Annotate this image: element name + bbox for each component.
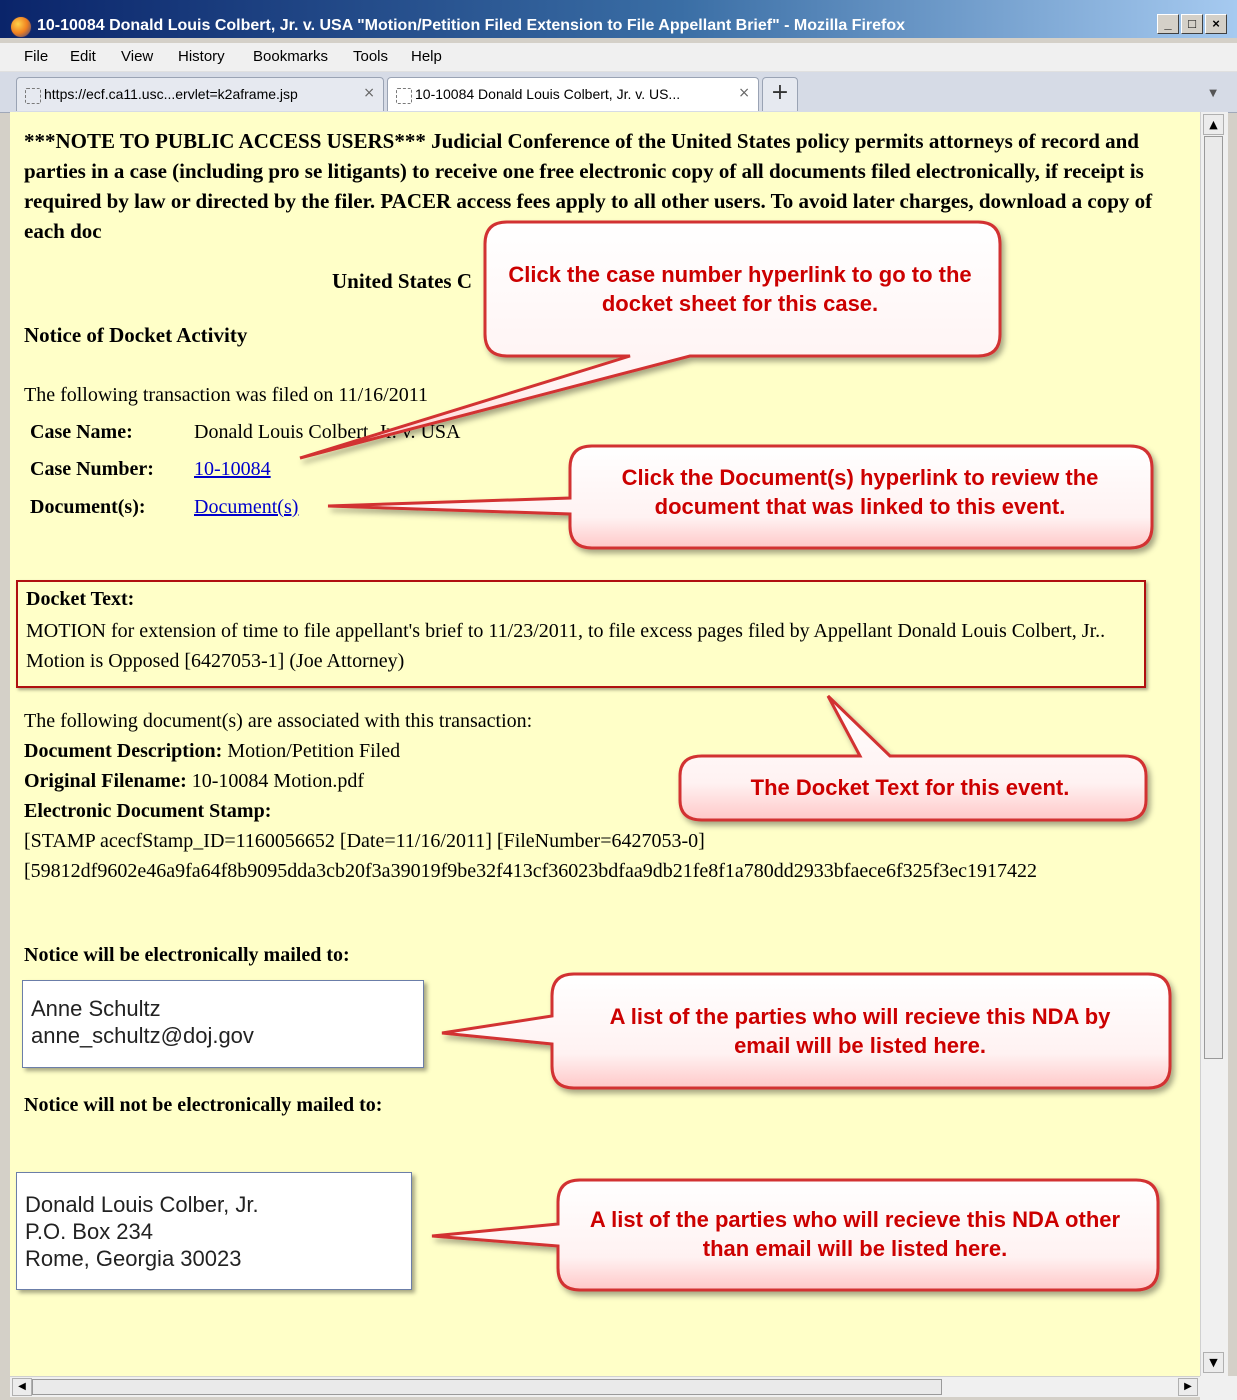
tab-bar: https://ecf.ca11.usc...ervlet=k2aframe.j… xyxy=(0,72,1237,113)
documents-row: Document(s): Document(s) xyxy=(30,496,298,519)
scroll-left-arrow-icon[interactable]: ◀ xyxy=(12,1378,32,1396)
original-filename-label: Original Filename: xyxy=(24,770,187,792)
resize-grip-icon[interactable] xyxy=(1200,1376,1237,1400)
callout-email-parties-text: A list of the parties who will recieve t… xyxy=(609,1004,1111,1058)
recipient-name: Donald Louis Colber, Jr. xyxy=(25,1192,259,1217)
maximize-icon: □ xyxy=(1188,16,1196,31)
case-number-row: Case Number: 10-10084 xyxy=(30,458,271,481)
document-description-label: Document Description: xyxy=(24,740,223,762)
tab-case-notice[interactable]: 10-10084 Donald Louis Colbert, Jr. v. US… xyxy=(387,77,759,111)
recipient-address-line: Rome, Georgia 30023 xyxy=(25,1246,242,1271)
case-name-row: Case Name: Donald Louis Colbert, Jr. v. U… xyxy=(30,421,460,444)
document-description-row: Document Description: Motion/Petition Fi… xyxy=(24,736,1037,766)
scroll-right-arrow-icon[interactable]: ▶ xyxy=(1178,1378,1198,1396)
menu-bar: File Edit View History Bookmarks Tools H… xyxy=(0,43,1237,72)
firefox-logo-icon xyxy=(10,16,32,38)
mail-recipients-box: Donald Louis Colber, Jr. P.O. Box 234 Ro… xyxy=(16,1172,412,1290)
docket-text-heading: Docket Text: xyxy=(26,588,135,610)
case-number-link[interactable]: 10-10084 xyxy=(194,458,271,480)
minimize-icon: _ xyxy=(1164,16,1172,31)
maximize-button[interactable]: □ xyxy=(1181,14,1203,34)
documents-link[interactable]: Document(s) xyxy=(194,496,298,518)
callout-documents-text: Click the Document(s) hyperlink to revie… xyxy=(621,465,1099,519)
documents-label: Document(s): xyxy=(30,496,146,518)
scroll-up-arrow-icon[interactable]: ▲ xyxy=(1203,114,1224,135)
stamp-line-2: [59812df9602e46a9fa64f8b9095dda3cb20f3a3… xyxy=(24,860,1038,882)
not-mailed-heading: Notice will not be electronically mailed… xyxy=(24,1094,383,1116)
tab-label: 10-10084 Donald Louis Colbert, Jr. v. US… xyxy=(415,86,681,102)
menu-bookmarks[interactable]: Bookmarks xyxy=(253,48,328,65)
email-recipients-box: Anne Schultz anne_schultz@doj.gov xyxy=(22,980,424,1068)
menu-history[interactable]: History xyxy=(178,48,225,65)
case-name-label: Case Name: xyxy=(30,421,133,443)
menu-file[interactable]: File xyxy=(24,48,48,65)
tab-close-icon[interactable]: × xyxy=(738,85,750,101)
recipient-name: Anne Schultz xyxy=(31,996,161,1021)
stamp-line-1: [STAMP acecfStamp_ID=1160056652 [Date=11… xyxy=(24,830,705,852)
menu-tools[interactable]: Tools xyxy=(353,48,388,65)
document-description-value: Motion/Petition Filed xyxy=(227,740,401,762)
callout-case-number-text: Click the case number hyperlink to go to… xyxy=(508,262,972,316)
new-tab-button[interactable]: + xyxy=(762,77,798,111)
filed-line: The following transaction was filed on 1… xyxy=(24,384,428,406)
vertical-scrollbar[interactable]: ▲ ▼ xyxy=(1200,112,1228,1376)
recipient-address-line: P.O. Box 234 xyxy=(25,1219,154,1244)
close-window-button[interactable]: × xyxy=(1205,14,1227,34)
case-number-label: Case Number: xyxy=(30,458,154,480)
tab-close-icon[interactable]: × xyxy=(363,85,375,101)
docket-text-box: Docket Text: MOTION for extension of tim… xyxy=(16,580,1146,688)
page-icon xyxy=(396,88,412,104)
callout-docket-text-text: The Docket Text for this event. xyxy=(750,775,1070,800)
horizontal-scroll-thumb[interactable] xyxy=(32,1379,942,1395)
menu-help[interactable]: Help xyxy=(411,48,442,65)
mailed-heading: Notice will be electronically mailed to: xyxy=(24,944,350,966)
horizontal-scrollbar[interactable]: ◀ ▶ xyxy=(10,1376,1200,1397)
window-title: 10-10084 Donald Louis Colbert, Jr. v. US… xyxy=(37,17,906,34)
tab-label: https://ecf.ca11.usc...ervlet=k2aframe.j… xyxy=(44,86,298,102)
title-bar: 10-10084 Donald Louis Colbert, Jr. v. US… xyxy=(0,0,1237,38)
page-icon xyxy=(25,88,41,104)
notice-heading: Notice of Docket Activity xyxy=(24,323,248,347)
menu-edit[interactable]: Edit xyxy=(70,48,96,65)
close-icon: × xyxy=(1212,16,1220,31)
browser-window: 10-10084 Donald Louis Colbert, Jr. v. US… xyxy=(0,0,1237,1400)
tab-list-chevron-icon[interactable]: ▼ xyxy=(1209,88,1217,99)
scroll-down-arrow-icon[interactable]: ▼ xyxy=(1203,1352,1224,1373)
public-access-note: ***NOTE TO PUBLIC ACCESS USERS*** Judici… xyxy=(24,129,1153,243)
recipient-email: anne_schultz@doj.gov xyxy=(31,1023,254,1048)
menu-view[interactable]: View xyxy=(121,48,153,65)
court-heading: United States C xyxy=(332,269,472,293)
docket-text: MOTION for extension of time to file app… xyxy=(26,620,1106,672)
minimize-button[interactable]: _ xyxy=(1157,14,1179,34)
case-name-value: Donald Louis Colbert, Jr. v. USA xyxy=(194,421,461,443)
associated-line: The following document(s) are associated… xyxy=(24,710,533,732)
callout-other-parties-text: A list of the parties who will recieve t… xyxy=(589,1207,1121,1261)
tab-docket-frame[interactable]: https://ecf.ca11.usc...ervlet=k2aframe.j… xyxy=(16,77,384,111)
window-controls: _ □ × xyxy=(1157,14,1227,34)
original-filename-value: 10-10084 Motion.pdf xyxy=(191,770,364,792)
vertical-scroll-thumb[interactable] xyxy=(1204,136,1223,1059)
